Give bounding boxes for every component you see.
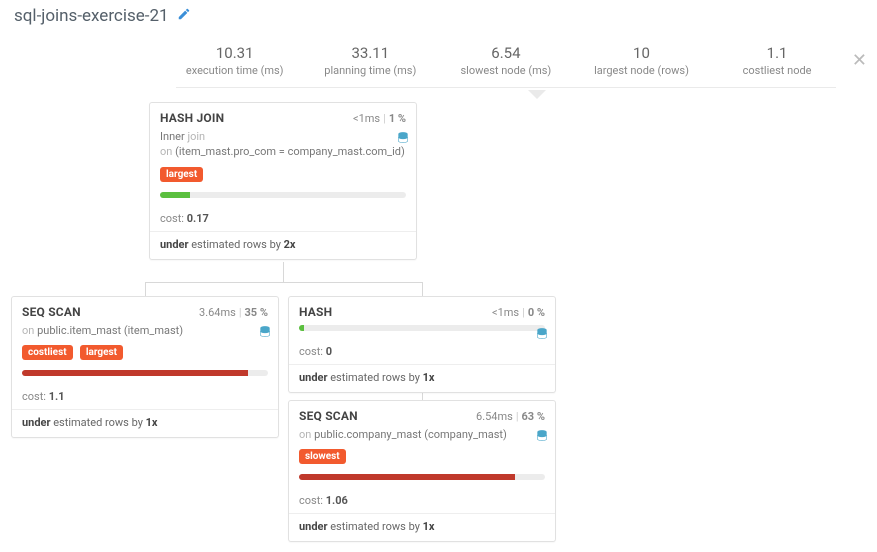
cost-row: cost: 1.1	[12, 384, 278, 409]
database-icon[interactable]	[535, 327, 549, 345]
tag-slowest: slowest	[299, 449, 346, 464]
page-title: sql-joins-exercise-21	[14, 6, 169, 26]
node-timing: <1ms|1 %	[353, 112, 406, 125]
database-icon[interactable]	[396, 131, 410, 149]
node-name: SEQ SCAN	[299, 409, 358, 423]
estimate-row: under estimated rows by 2x	[150, 231, 416, 259]
tag-largest: largest	[80, 345, 123, 360]
node-pct: 35 %	[245, 306, 269, 319]
cost-bar	[160, 192, 406, 198]
node-pct: 0 %	[528, 306, 545, 319]
plan-tree: HASH JOIN <1ms|1 % Inner join on (item_m…	[0, 92, 877, 552]
connector	[422, 282, 423, 296]
node-hash-join[interactable]: HASH JOIN <1ms|1 % Inner join on (item_m…	[149, 102, 417, 260]
cost-bar-fill	[22, 370, 248, 376]
cost-bar-fill	[299, 325, 304, 331]
stat-planning-time: 33.11 planning time (ms)	[312, 44, 430, 77]
node-name: HASH	[299, 305, 332, 319]
node-tags: slowest	[299, 448, 545, 464]
cost-row: cost: 1.06	[289, 488, 555, 513]
node-time-value: 3.64ms	[199, 306, 236, 319]
stat-label: largest node (rows)	[594, 64, 689, 77]
node-tags: largest	[160, 166, 406, 182]
database-icon[interactable]	[258, 325, 272, 343]
node-detail: on public.company_mast (company_mast)	[299, 427, 545, 442]
node-pct: 63 %	[522, 410, 546, 423]
stat-label: costliest node	[743, 64, 812, 77]
node-body: on public.company_mast (company_mast) sl…	[289, 427, 555, 488]
node-detail: Inner join on (item_mast.pro_com = compa…	[160, 129, 406, 160]
stats-bar: 10.31 execution time (ms) 33.11 planning…	[0, 36, 877, 92]
node-header: HASH JOIN <1ms|1 %	[150, 103, 416, 129]
node-body: on public.item_mast (item_mast) costlies…	[12, 323, 278, 384]
stat-label: execution time (ms)	[186, 64, 284, 77]
cost-bar	[299, 474, 545, 480]
stat-costliest-node: 1.1 costliest node	[718, 44, 836, 77]
connector	[283, 262, 284, 282]
node-header: SEQ SCAN 3.64ms|35 %	[12, 297, 278, 323]
stat-execution-time: 10.31 execution time (ms)	[176, 44, 294, 77]
cost-bar-fill	[299, 474, 515, 480]
stat-label: planning time (ms)	[324, 64, 416, 77]
cost-row: cost: 0	[289, 339, 555, 364]
node-seq-scan-item-mast[interactable]: SEQ SCAN 3.64ms|35 % on public.item_mast…	[11, 296, 279, 438]
node-name: SEQ SCAN	[22, 305, 81, 319]
node-timing: 3.64ms|35 %	[199, 306, 268, 319]
connector	[145, 282, 423, 283]
node-timing: 6.54ms|63 %	[476, 410, 545, 423]
stat-value: 33.11	[351, 44, 389, 62]
database-icon[interactable]	[535, 429, 549, 447]
node-tags: costliest largest	[22, 344, 268, 360]
node-detail: on public.item_mast (item_mast)	[22, 323, 268, 338]
estimate-row: under estimated rows by 1x	[289, 513, 555, 541]
node-time-value: <1ms	[492, 306, 519, 319]
node-name: HASH JOIN	[160, 111, 224, 125]
edit-icon[interactable]	[177, 7, 191, 25]
node-header: SEQ SCAN 6.54ms|63 %	[289, 401, 555, 427]
estimate-row: under estimated rows by 1x	[12, 409, 278, 437]
node-body	[289, 325, 555, 339]
node-pct: 1 %	[389, 112, 406, 125]
stat-largest-node: 10 largest node (rows)	[583, 44, 701, 77]
node-hash[interactable]: HASH <1ms|0 % cost: 0 under estimated ro…	[288, 296, 556, 393]
node-seq-scan-company-mast[interactable]: SEQ SCAN 6.54ms|63 % on public.company_m…	[288, 400, 556, 542]
cost-row: cost: 0.17	[150, 206, 416, 231]
stat-value: 10.31	[216, 44, 254, 62]
node-header: HASH <1ms|0 %	[289, 297, 555, 323]
node-time-value: <1ms	[353, 112, 380, 125]
tag-largest: largest	[160, 167, 203, 182]
stat-value: 6.54	[491, 44, 520, 62]
stat-slowest-node: 6.54 slowest node (ms)	[447, 44, 565, 77]
connector	[145, 282, 146, 296]
header: sql-joins-exercise-21	[0, 0, 877, 28]
node-time-value: 6.54ms	[476, 410, 513, 423]
node-timing: <1ms|0 %	[492, 306, 545, 319]
cost-bar	[299, 325, 545, 331]
node-body: Inner join on (item_mast.pro_com = compa…	[150, 129, 416, 206]
close-icon[interactable]: ✕	[842, 44, 877, 77]
stats-wrap: 10.31 execution time (ms) 33.11 planning…	[176, 44, 836, 88]
cost-bar-fill	[160, 192, 190, 198]
estimate-row: under estimated rows by 1x	[289, 364, 555, 392]
tag-costliest: costliest	[22, 345, 73, 360]
cost-bar	[22, 370, 268, 376]
stat-value: 10	[633, 44, 650, 62]
stat-label: slowest node (ms)	[461, 64, 552, 77]
stat-value: 1.1	[767, 44, 788, 62]
